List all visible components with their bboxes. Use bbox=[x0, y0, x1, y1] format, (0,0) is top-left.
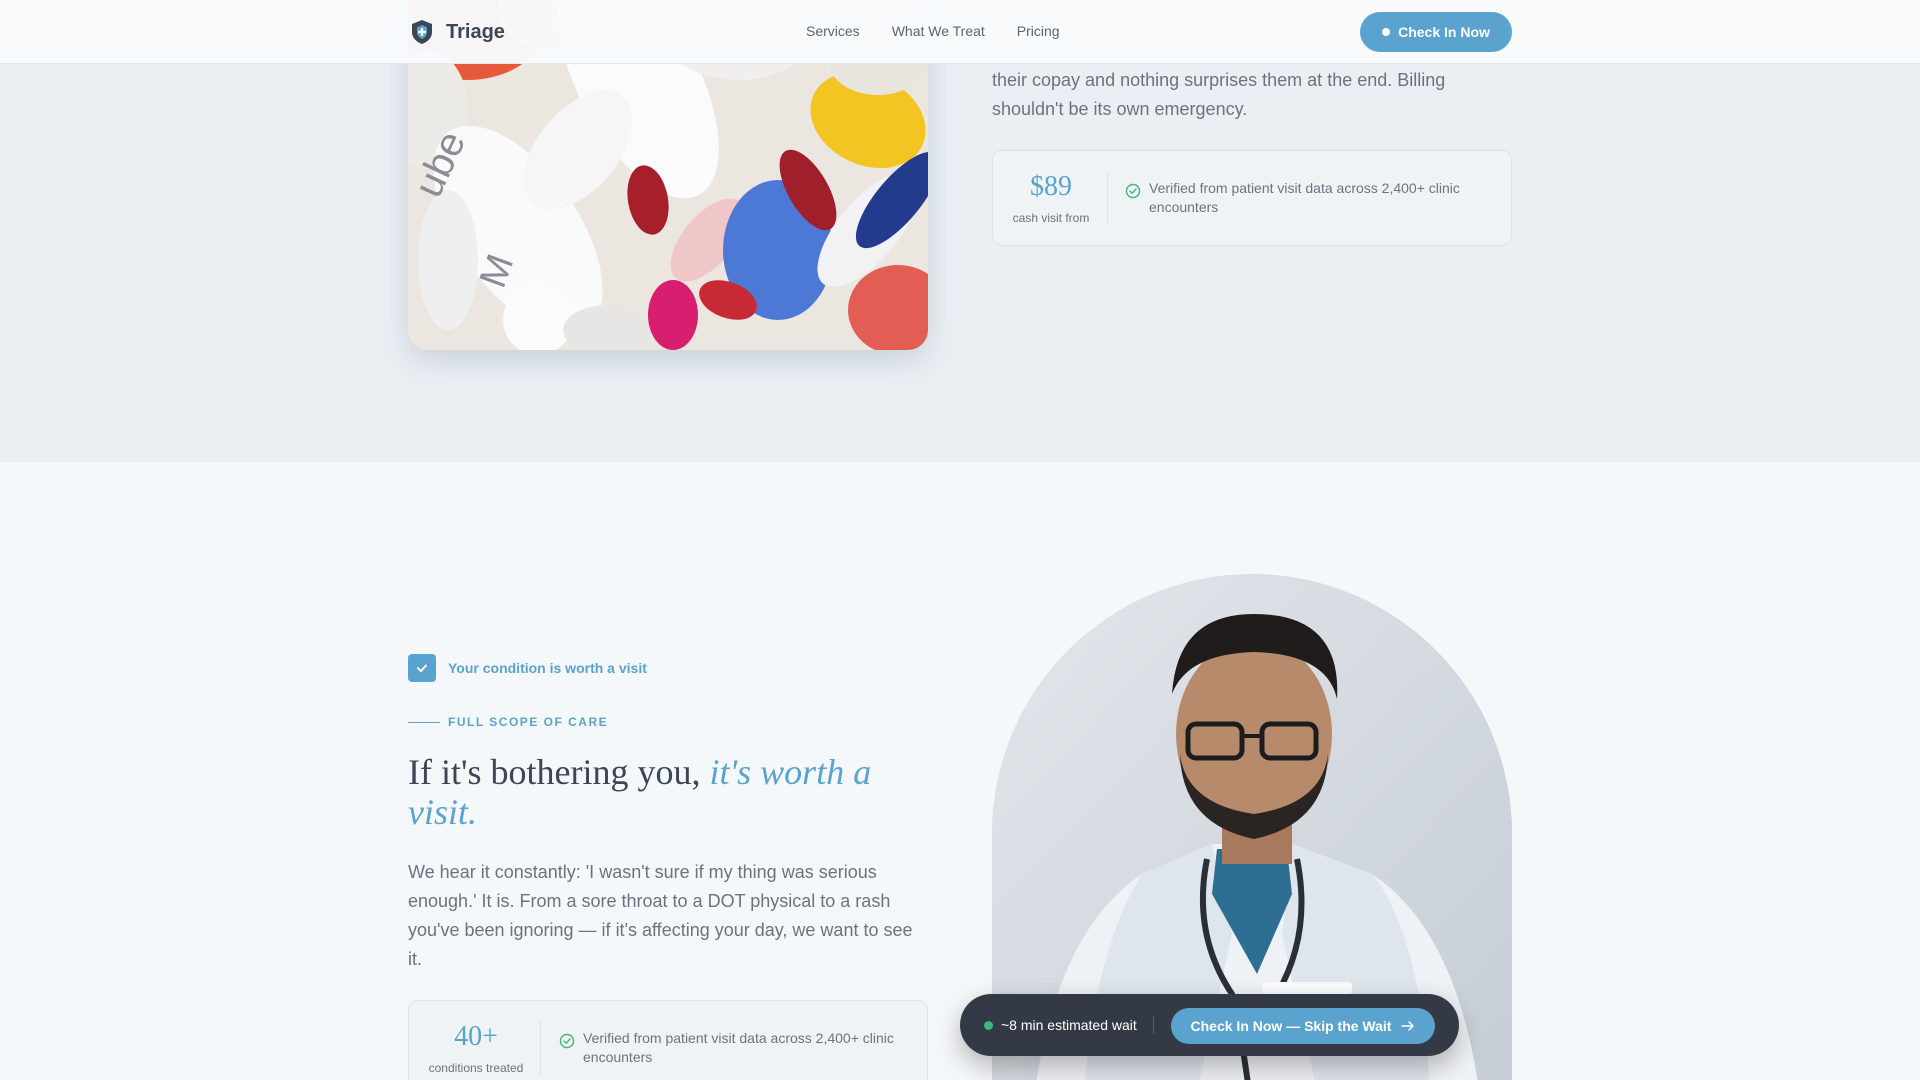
brand-name: Triage bbox=[446, 20, 505, 43]
section-body: We hear it constantly: 'I wasn't sure if… bbox=[408, 862, 913, 969]
price-value: $89 bbox=[1030, 171, 1072, 202]
nav-pricing[interactable]: Pricing bbox=[1017, 23, 1060, 39]
stat-divider bbox=[540, 1021, 541, 1075]
conditions-caption: conditions treated bbox=[428, 1061, 524, 1075]
check-in-button[interactable]: Check In Now bbox=[1360, 12, 1512, 52]
site-header: Triage Services What We Treat Pricing Ch… bbox=[0, 0, 1920, 64]
headline-plain: If it's bothering you, bbox=[408, 752, 710, 792]
nav-services[interactable]: Services bbox=[806, 23, 860, 39]
price-stat-card: $89 cash visit from Verified from patien… bbox=[992, 150, 1512, 246]
verified-check-icon bbox=[1125, 183, 1141, 199]
conditions-value: 40+ bbox=[454, 1021, 498, 1052]
brand-logo[interactable]: Triage bbox=[408, 18, 505, 46]
nav-what-we-treat[interactable]: What We Treat bbox=[892, 23, 985, 39]
section-headline: If it's bothering you, it's worth a visi… bbox=[408, 752, 928, 832]
chip-label: Your condition is worth a visit bbox=[448, 660, 647, 676]
shield-logo-icon bbox=[412, 20, 432, 44]
check-in-label: Check In Now bbox=[1398, 24, 1490, 40]
eyebrow-rule bbox=[408, 721, 440, 723]
skip-wait-label: Check In Now — Skip the Wait bbox=[1190, 1018, 1392, 1034]
wait-estimate: ~8 min estimated wait bbox=[1001, 1017, 1137, 1033]
wait-time-bar: ~8 min estimated wait Check In Now — Ski… bbox=[960, 994, 1459, 1056]
checkbox-check-icon bbox=[408, 654, 436, 682]
conditions-stat-card: 40+ conditions treated Verified from pat… bbox=[408, 1000, 928, 1080]
section-eyebrow: FULL SCOPE OF CARE bbox=[408, 715, 608, 729]
wait-divider bbox=[1153, 1016, 1154, 1034]
stat-divider bbox=[1107, 171, 1108, 225]
conditions-verification-note: Verified from patient visit data across … bbox=[583, 1030, 894, 1065]
verified-check-icon bbox=[559, 1033, 575, 1049]
pricing-paragraph: their copay and nothing surprises them a… bbox=[992, 70, 1446, 119]
main-nav: Services What We Treat Pricing bbox=[806, 23, 1060, 39]
eyebrow-label: FULL SCOPE OF CARE bbox=[448, 715, 609, 729]
price-verification-note: Verified from patient visit data across … bbox=[1149, 180, 1460, 215]
price-caption: cash visit from bbox=[1012, 211, 1090, 225]
skip-wait-button[interactable]: Check In Now — Skip the Wait bbox=[1171, 1008, 1435, 1044]
status-dot-icon bbox=[1382, 28, 1391, 36]
arrow-right-icon bbox=[1401, 1021, 1415, 1031]
scope-of-care-section bbox=[0, 462, 1920, 1080]
pricing-section: ube M their copay and nothing surprises … bbox=[0, 0, 1920, 462]
condition-chip: Your condition is worth a visit bbox=[408, 654, 647, 682]
live-status-dot-icon bbox=[984, 1021, 993, 1030]
